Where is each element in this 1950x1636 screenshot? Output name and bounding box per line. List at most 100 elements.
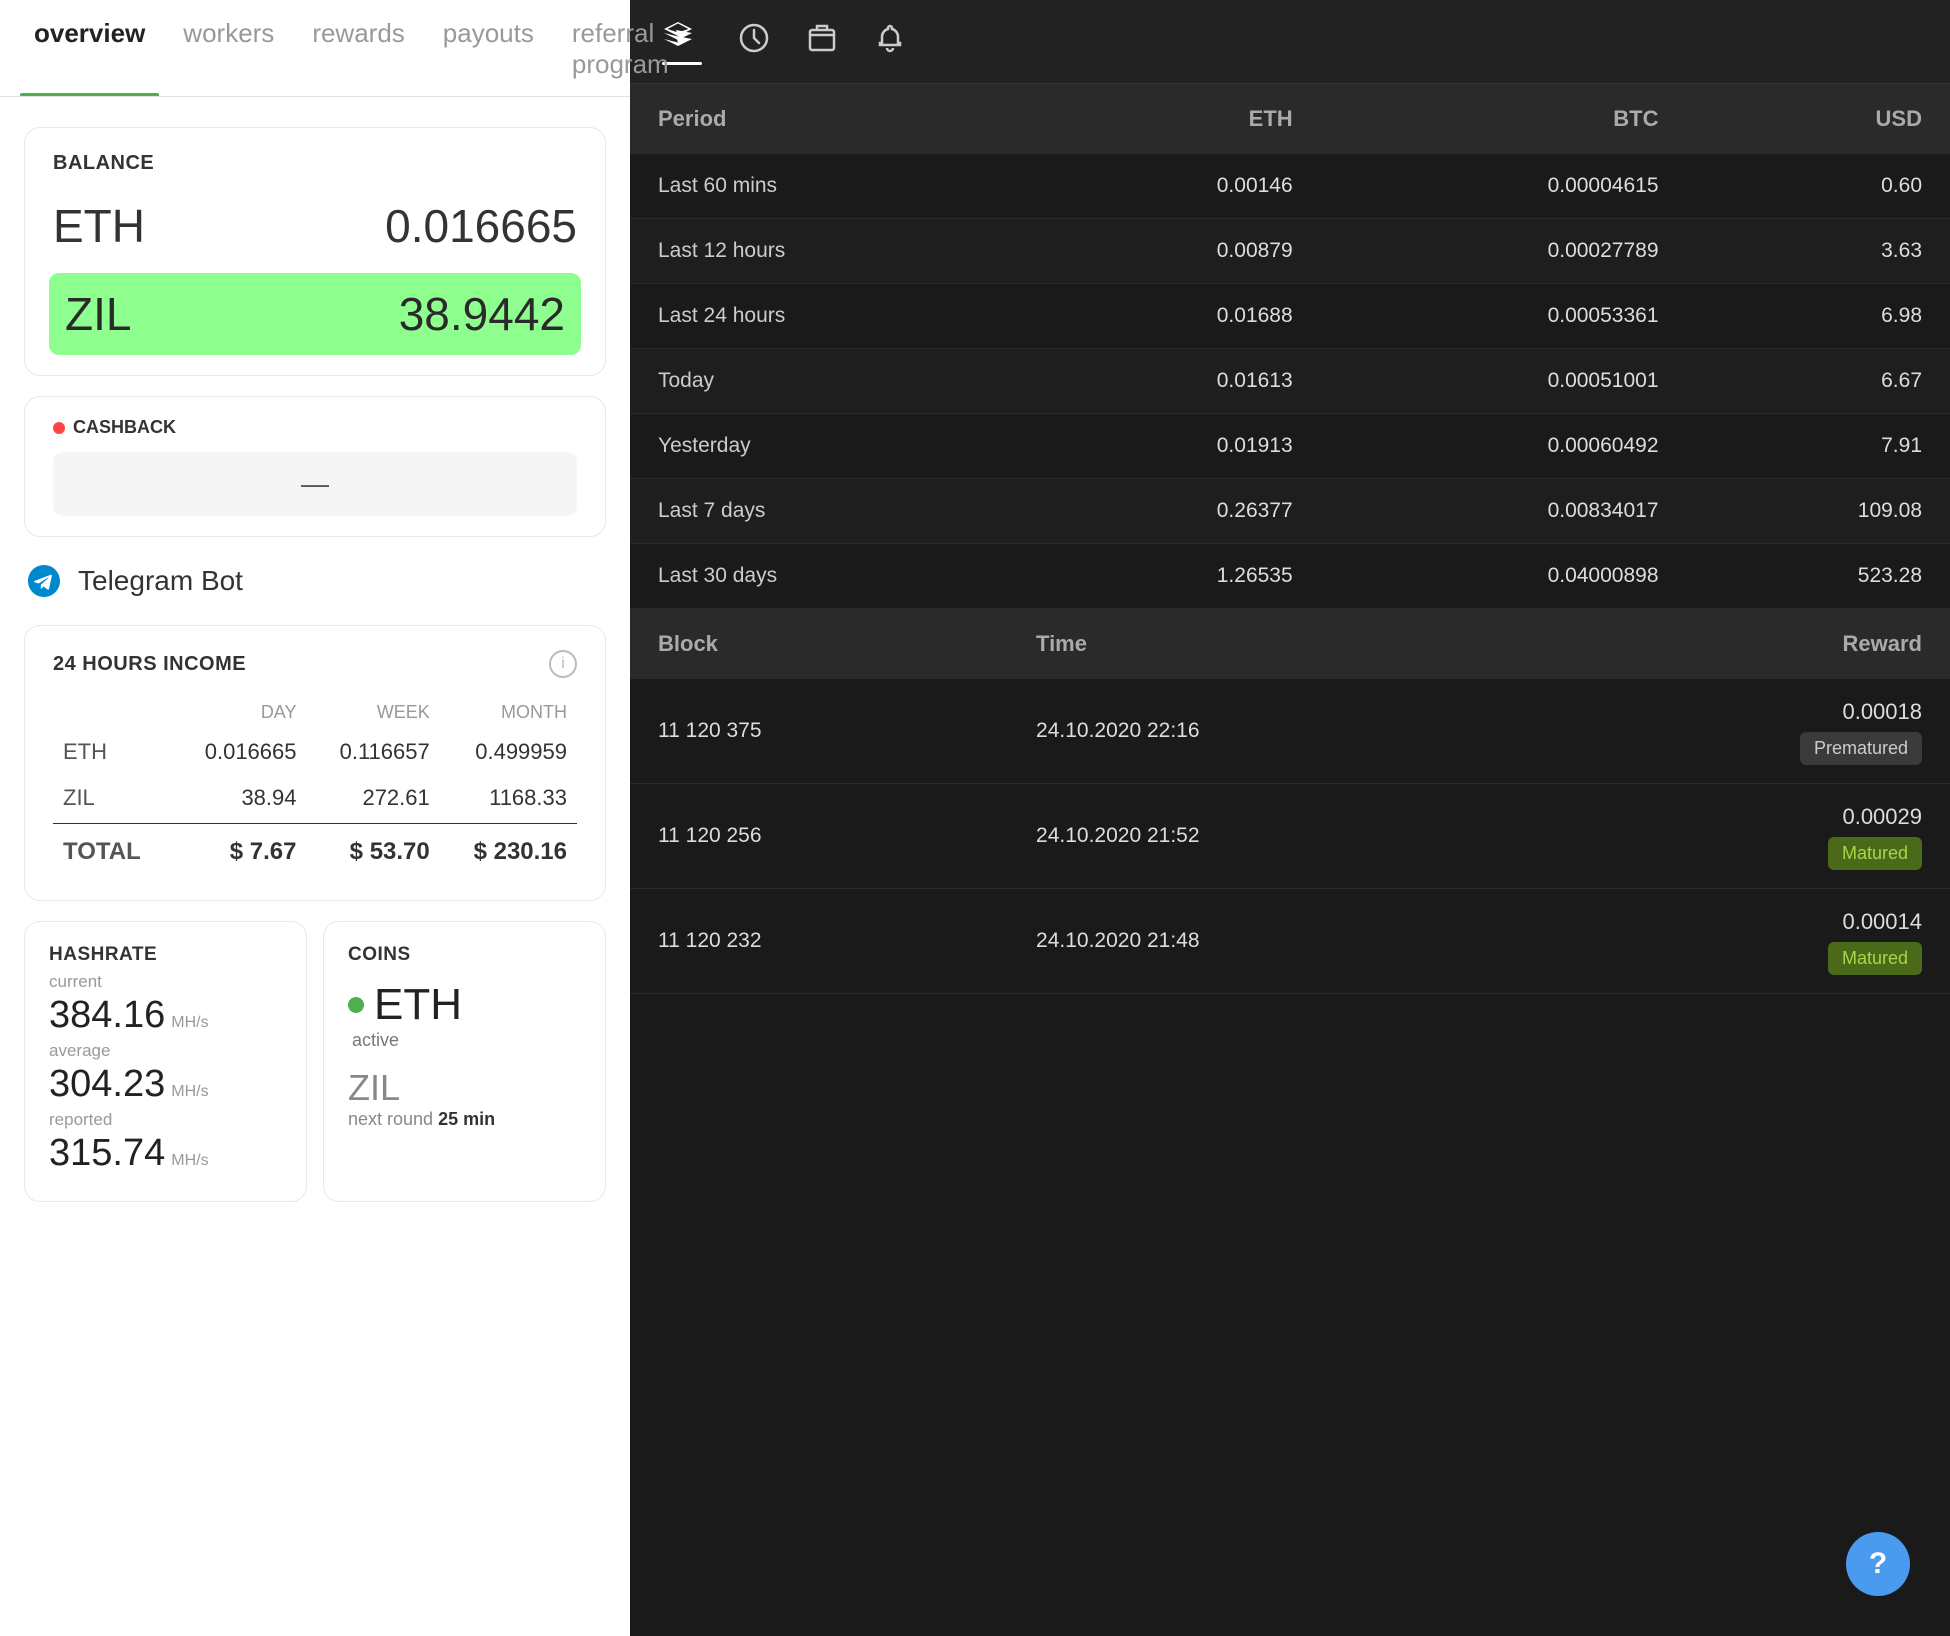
hashrate-current-value: 384.16: [49, 994, 165, 1037]
col-btc: BTC: [1321, 84, 1687, 154]
earnings-row-6: Last 30 days 1.26535 0.04000898 523.28: [630, 544, 1950, 609]
reward-value-1: 0.00029: [1556, 802, 1922, 833]
period-1: Last 12 hours: [630, 219, 1032, 284]
income-eth-day: 0.016665: [171, 729, 306, 775]
tab-referral[interactable]: referral program: [558, 0, 683, 96]
income-eth-month: 0.499959: [440, 729, 577, 775]
zil-coin-round: next round 25 min: [348, 1109, 581, 1130]
earnings-row-2: Last 24 hours 0.01688 0.00053361 6.98: [630, 284, 1950, 349]
period-2: Last 24 hours: [630, 284, 1032, 349]
eth-value: 0.016665: [385, 199, 577, 253]
period-4: Yesterday: [630, 414, 1032, 479]
usd-3: 6.67: [1687, 349, 1950, 414]
blocks-table: Block Time Reward 11 120 375 24.10.2020 …: [630, 609, 1950, 994]
right-topbar: [630, 0, 1950, 84]
zil-balance-row: ZIL 38.9442: [49, 273, 581, 355]
tab-workers[interactable]: workers: [169, 0, 288, 96]
income-eth-currency: ETH: [53, 729, 171, 775]
hashrate-average-value: 304.23: [49, 1063, 165, 1106]
block-row-0: 11 120 375 24.10.2020 22:16 0.00018 Prem…: [630, 679, 1950, 783]
earnings-header-row: Period ETH BTC USD: [630, 84, 1950, 154]
tab-payouts[interactable]: payouts: [429, 0, 548, 96]
col-block: Block: [630, 609, 1008, 679]
cashback-label: CASHBACK: [53, 417, 577, 438]
income-total-label: TOTAL: [53, 824, 171, 877]
tab-overview[interactable]: overview: [20, 0, 159, 96]
help-button[interactable]: ?: [1846, 1532, 1910, 1596]
eth-balance-row: ETH 0.016665: [53, 189, 577, 263]
income-zil-week: 272.61: [307, 775, 440, 824]
income-table: DAY WEEK MONTH ETH 0.016665 0.116657 0.4…: [53, 696, 577, 876]
eth-active-dot: [348, 997, 364, 1013]
box-icon[interactable]: [806, 22, 838, 62]
eth-5: 0.26377: [1032, 479, 1321, 544]
zil-value: 38.9442: [399, 287, 565, 341]
hashrate-card: HASHRATE current 384.16 MH/s average 304…: [24, 921, 307, 1202]
eth-4: 0.01913: [1032, 414, 1321, 479]
tab-rewards[interactable]: rewards: [298, 0, 418, 96]
reward-status-2: Matured: [1828, 942, 1922, 975]
telegram-row[interactable]: Telegram Bot: [24, 557, 606, 605]
eth-2: 0.01688: [1032, 284, 1321, 349]
reward-value-2: 0.00014: [1556, 907, 1922, 938]
block-time-2: 24.10.2020 21:48: [1008, 888, 1528, 993]
hashrate-current-unit: MH/s: [171, 1014, 208, 1032]
earnings-row-0: Last 60 mins 0.00146 0.00004615 0.60: [630, 154, 1950, 219]
income-col-day: DAY: [171, 696, 306, 729]
btc-5: 0.00834017: [1321, 479, 1687, 544]
blocks-section: Block Time Reward 11 120 375 24.10.2020 …: [630, 609, 1950, 994]
help-icon: ?: [1869, 1547, 1887, 1581]
hashrate-reported-label: reported: [49, 1110, 282, 1130]
eth-coin-name: ETH: [374, 980, 462, 1030]
eth-6: 1.26535: [1032, 544, 1321, 609]
bell-icon[interactable]: [874, 22, 906, 62]
block-reward-2: 0.00014 Matured: [1528, 888, 1950, 993]
hashrate-current-label: current: [49, 972, 282, 992]
coins-title: COINS: [348, 944, 581, 966]
income-zil-month: 1168.33: [440, 775, 577, 824]
btc-3: 0.00051001: [1321, 349, 1687, 414]
income-total-month: $ 230.16: [440, 824, 577, 877]
period-3: Today: [630, 349, 1032, 414]
coin-eth[interactable]: ETH active: [348, 980, 581, 1051]
hashrate-reported-unit: MH/s: [171, 1152, 208, 1170]
eth-coin-status: active: [352, 1030, 581, 1051]
zil-coin-name: ZIL: [348, 1067, 581, 1109]
income-card: 24 HOURS INCOME i DAY WEEK MONTH ETH 0.0…: [24, 625, 606, 901]
cashback-card: CASHBACK —: [24, 396, 606, 537]
coin-zil: ZIL next round 25 min: [348, 1067, 581, 1130]
eth-1: 0.00879: [1032, 219, 1321, 284]
income-zil-currency: ZIL: [53, 775, 171, 824]
btc-4: 0.00060492: [1321, 414, 1687, 479]
clock-icon[interactable]: [738, 22, 770, 62]
balance-card: BALANCE ETH 0.016665 ZIL 38.9442: [24, 127, 606, 376]
income-row-total: TOTAL $ 7.67 $ 53.70 $ 230.16: [53, 824, 577, 877]
info-icon[interactable]: i: [549, 650, 577, 678]
hashrate-reported-value: 315.74: [49, 1132, 165, 1175]
block-num-2: 11 120 232: [630, 888, 1008, 993]
income-total-day: $ 7.67: [171, 824, 306, 877]
btc-0: 0.00004615: [1321, 154, 1687, 219]
hashrate-average-unit: MH/s: [171, 1083, 208, 1101]
usd-2: 6.98: [1687, 284, 1950, 349]
block-reward-1: 0.00029 Matured: [1528, 783, 1950, 888]
earnings-table: Period ETH BTC USD Last 60 mins 0.00146 …: [630, 84, 1950, 609]
usd-4: 7.91: [1687, 414, 1950, 479]
income-header: 24 HOURS INCOME i: [53, 650, 577, 678]
earnings-row-4: Yesterday 0.01913 0.00060492 7.91: [630, 414, 1950, 479]
col-time: Time: [1008, 609, 1528, 679]
hashrate-average: average 304.23 MH/s: [49, 1041, 282, 1106]
income-title: 24 HOURS INCOME: [53, 653, 246, 676]
eth-currency: ETH: [53, 199, 145, 253]
nav-tabs: overview workers rewards payouts referra…: [0, 0, 630, 97]
hashrate-title: HASHRATE: [49, 944, 282, 966]
left-content: BALANCE ETH 0.016665 ZIL 38.9442 CASHBAC…: [0, 97, 630, 1636]
period-6: Last 30 days: [630, 544, 1032, 609]
block-time-0: 24.10.2020 22:16: [1008, 679, 1528, 783]
earnings-row-3: Today 0.01613 0.00051001 6.67: [630, 349, 1950, 414]
period-0: Last 60 mins: [630, 154, 1032, 219]
hashrate-current: current 384.16 MH/s: [49, 972, 282, 1037]
block-row-1: 11 120 256 24.10.2020 21:52 0.00029 Matu…: [630, 783, 1950, 888]
col-eth: ETH: [1032, 84, 1321, 154]
income-col-week: WEEK: [307, 696, 440, 729]
